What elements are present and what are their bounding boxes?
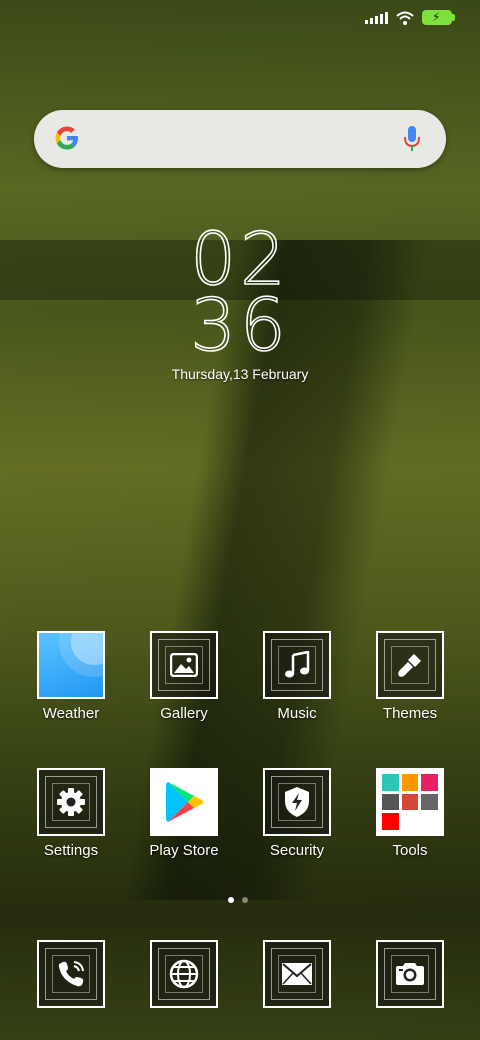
phone-icon bbox=[37, 940, 105, 1008]
messages-icon bbox=[263, 940, 331, 1008]
date-label: Thursday,13 February bbox=[171, 366, 309, 382]
music-icon bbox=[263, 631, 331, 699]
wifi-icon bbox=[396, 11, 414, 25]
status-bar: ⚡ bbox=[365, 10, 455, 25]
app-label: Settings bbox=[43, 842, 99, 859]
weather-icon bbox=[37, 631, 105, 699]
app-label: Tools bbox=[392, 842, 428, 859]
app-music[interactable]: Music bbox=[247, 631, 347, 722]
app-settings[interactable]: Settings bbox=[21, 768, 121, 859]
app-tools-folder[interactable]: Tools bbox=[360, 768, 460, 859]
camera-icon bbox=[376, 940, 444, 1008]
dock-browser[interactable] bbox=[134, 940, 234, 1008]
microphone-icon[interactable] bbox=[402, 124, 422, 154]
battery-charging-icon: ⚡ bbox=[422, 10, 455, 25]
themes-icon bbox=[376, 631, 444, 699]
app-label: Gallery bbox=[160, 705, 208, 722]
browser-icon bbox=[150, 940, 218, 1008]
app-label: Play Store bbox=[149, 842, 219, 859]
app-label: Security bbox=[269, 842, 325, 859]
clock-minutes[interactable]: 36 bbox=[0, 288, 480, 362]
signal-icon bbox=[365, 11, 388, 24]
app-security[interactable]: Security bbox=[247, 768, 347, 859]
app-themes[interactable]: Themes bbox=[360, 631, 460, 722]
dock-camera[interactable] bbox=[360, 940, 460, 1008]
gallery-icon bbox=[150, 631, 218, 699]
google-search-bar[interactable] bbox=[34, 110, 446, 168]
app-label: Weather bbox=[42, 705, 100, 722]
page-dot bbox=[242, 897, 248, 903]
app-play-store[interactable]: Play Store bbox=[134, 768, 234, 859]
dock-phone[interactable] bbox=[21, 940, 121, 1008]
play-store-icon bbox=[150, 768, 218, 836]
app-label: Music bbox=[277, 705, 317, 722]
page-dot-active bbox=[228, 897, 234, 903]
dock-messages[interactable] bbox=[247, 940, 347, 1008]
app-label: Themes bbox=[382, 705, 438, 722]
google-logo-icon bbox=[55, 126, 78, 150]
settings-icon bbox=[37, 768, 105, 836]
security-icon bbox=[263, 768, 331, 836]
page-indicator bbox=[228, 897, 248, 903]
app-gallery[interactable]: Gallery bbox=[134, 631, 234, 722]
tools-folder-icon bbox=[376, 768, 444, 836]
app-weather[interactable]: Weather bbox=[21, 631, 121, 722]
